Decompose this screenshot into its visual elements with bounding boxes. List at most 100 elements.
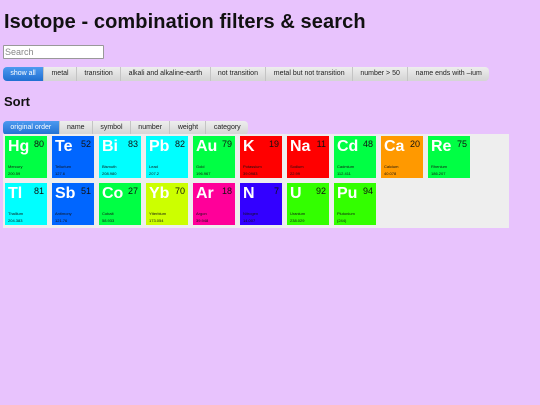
- element-weight: 58.933: [102, 218, 115, 223]
- filter-button[interactable]: name ends with –ium: [408, 67, 490, 81]
- element-number: 20: [409, 139, 420, 149]
- element-name: Potassium: [243, 164, 262, 169]
- sort-button[interactable]: name: [59, 121, 93, 135]
- element-grid: Hg 80 Mercury 200.59 Te 52 Tellurium 127.6 Bi 83 B…: [3, 134, 509, 228]
- sort-button[interactable]: number: [130, 121, 171, 135]
- element-number: 79: [221, 139, 232, 149]
- sort-button[interactable]: category: [206, 121, 249, 135]
- element-number: 92: [315, 186, 326, 196]
- filter-button[interactable]: transition: [76, 67, 122, 81]
- filter-button[interactable]: alkali and alkaline-earth: [121, 67, 211, 81]
- element-weight: 207.2: [149, 171, 160, 176]
- element-tile[interactable]: U 92 Uranium 238.029: [287, 183, 329, 225]
- filter-button[interactable]: metal: [44, 67, 77, 81]
- element-name: Bismuth: [102, 164, 117, 169]
- element-weight: 208.980: [102, 171, 117, 176]
- element-number: 81: [33, 186, 44, 196]
- element-tile[interactable]: Pu 94 Plutonium (244): [334, 183, 376, 225]
- element-symbol: Pb: [149, 138, 170, 155]
- element-weight: 40.078: [384, 171, 397, 176]
- element-symbol: Re: [431, 138, 452, 155]
- element-tile[interactable]: K 19 Potassium 39.0983: [240, 136, 282, 178]
- sort-button[interactable]: original order: [3, 121, 60, 135]
- element-name: Calcium: [384, 164, 399, 169]
- element-symbol: Ar: [196, 185, 214, 202]
- element-weight: 127.6: [55, 171, 66, 176]
- element-tile[interactable]: Re 75 Rhenium 186.207: [428, 136, 470, 178]
- element-weight: 22.99: [290, 171, 301, 176]
- element-weight: 14.007: [243, 218, 256, 223]
- element-tile[interactable]: Au 79 Gold 196.967: [193, 136, 235, 178]
- element-tile[interactable]: Bi 83 Bismuth 208.980: [99, 136, 141, 178]
- element-symbol: Pu: [337, 185, 358, 202]
- element-weight: 39.0983: [243, 171, 258, 176]
- element-name: Rhenium: [431, 164, 448, 169]
- element-tile[interactable]: Yb 70 Ytterbium 173.054: [146, 183, 188, 225]
- element-name: Ytterbium: [149, 211, 167, 216]
- element-symbol: K: [243, 138, 255, 155]
- search-input[interactable]: [3, 45, 104, 59]
- element-number: 70: [174, 186, 185, 196]
- element-number: 80: [33, 139, 44, 149]
- filter-button-group: show all metal transition alkali and alkali…: [3, 67, 490, 81]
- element-symbol: Hg: [8, 138, 30, 155]
- element-tile[interactable]: Co 27 Cobalt 58.933: [99, 183, 141, 225]
- element-symbol: Au: [196, 138, 218, 155]
- element-tile[interactable]: N 7 Nitrogen 14.007: [240, 183, 282, 225]
- element-weight: 238.029: [290, 218, 305, 223]
- element-name: Cobalt: [102, 211, 114, 216]
- element-tile[interactable]: Te 52 Tellurium 127.6: [52, 136, 94, 178]
- element-number: 52: [80, 139, 91, 149]
- element-name: Gold: [196, 164, 205, 169]
- element-weight: 186.207: [431, 171, 446, 176]
- element-number: 51: [80, 186, 91, 196]
- element-weight: (244): [337, 218, 347, 223]
- sort-button[interactable]: symbol: [92, 121, 131, 135]
- sort-button-group: original order name symbol number weight cate…: [3, 121, 249, 135]
- element-tile[interactable]: Sb 51 Antimony 121.76: [52, 183, 94, 225]
- filter-button[interactable]: number > 50: [352, 67, 409, 81]
- element-symbol: Yb: [149, 185, 170, 202]
- element-name: Sodium: [290, 164, 304, 169]
- element-number: 18: [221, 186, 232, 196]
- element-symbol: Co: [102, 185, 124, 202]
- element-weight: 39.948: [196, 218, 209, 223]
- element-weight: 112.411: [337, 171, 351, 176]
- sort-button[interactable]: weight: [170, 121, 207, 135]
- element-symbol: Bi: [102, 138, 118, 155]
- element-number: 94: [362, 186, 373, 196]
- element-symbol: Tl: [8, 185, 23, 202]
- element-tile[interactable]: Ca 20 Calcium 40.078: [381, 136, 423, 178]
- element-tile[interactable]: Cd 48 Cadmium 112.411: [334, 136, 376, 178]
- element-weight: 173.054: [149, 218, 164, 223]
- page-title: Isotope - combination filters & search: [4, 11, 366, 33]
- element-weight: 204.383: [8, 218, 23, 223]
- element-number: 48: [362, 139, 373, 149]
- element-name: Uranium: [290, 211, 306, 216]
- element-weight: 200.59: [8, 171, 21, 176]
- element-tile[interactable]: Tl 81 Thallium 204.383: [5, 183, 47, 225]
- element-tile[interactable]: Hg 80 Mercury 200.59: [5, 136, 47, 178]
- element-symbol: Te: [55, 138, 73, 155]
- element-symbol: U: [290, 185, 302, 202]
- element-number: 82: [174, 139, 185, 149]
- element-tile[interactable]: Pb 82 Lead 207.2: [146, 136, 188, 178]
- element-number: 7: [273, 186, 279, 196]
- element-number: 27: [127, 186, 138, 196]
- element-name: Tellurium: [55, 164, 72, 169]
- filter-button[interactable]: show all: [3, 67, 45, 81]
- filter-button[interactable]: metal but not transition: [266, 67, 353, 81]
- element-symbol: Sb: [55, 185, 76, 202]
- element-tile[interactable]: Na 11 Sodium 22.99: [287, 136, 329, 178]
- element-symbol: N: [243, 185, 255, 202]
- element-number: 83: [127, 139, 138, 149]
- element-number: 11: [316, 139, 326, 149]
- element-symbol: Cd: [337, 138, 359, 155]
- element-name: Argon: [196, 211, 207, 216]
- filter-button[interactable]: not transition: [210, 67, 267, 81]
- element-symbol: Ca: [384, 138, 405, 155]
- element-name: Thallium: [8, 211, 24, 216]
- element-name: Cadmium: [337, 164, 355, 169]
- element-tile[interactable]: Ar 18 Argon 39.948: [193, 183, 235, 225]
- element-number: 19: [268, 139, 279, 149]
